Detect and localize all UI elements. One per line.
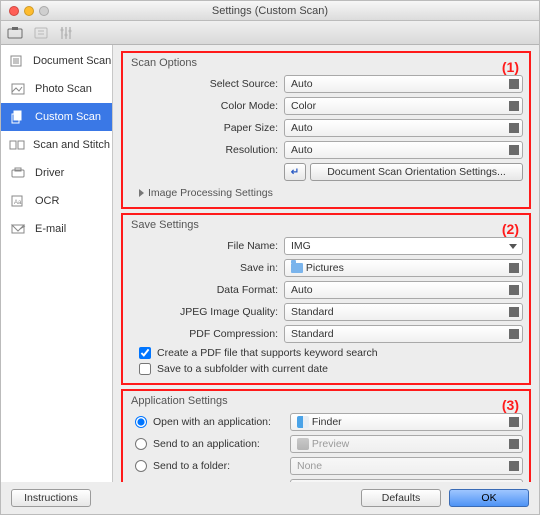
disclosure-image-processing[interactable]: Image Processing Settings [129,183,523,201]
scan-from-panel-icon[interactable] [33,26,49,40]
main-panel: (1) Scan Options Select Source: Auto Col… [113,45,539,482]
document-icon [9,54,25,68]
ocr-icon: Aa [9,194,27,208]
select-color-mode[interactable]: Color [284,97,523,115]
section-application-settings: (3) Application Settings Open with an ap… [121,389,531,482]
sidebar: Document Scan Photo Scan Custom Scan Sca… [1,45,113,482]
orientation-settings-button[interactable]: Document Scan Orientation Settings... [310,163,523,181]
sidebar-item-photo-scan[interactable]: Photo Scan [1,75,112,103]
label-file-name: File Name: [129,240,284,252]
radio-send-to-app[interactable] [135,438,147,450]
orientation-icon-button[interactable]: ↵ [284,163,306,181]
sidebar-item-custom-scan[interactable]: Custom Scan [1,103,112,131]
footer: Instructions Defaults OK [1,482,539,514]
sidebar-item-label: Custom Scan [35,111,101,123]
defaults-button[interactable]: Defaults [361,489,441,507]
triangle-right-icon [139,189,144,197]
label-paper-size: Paper Size: [129,122,284,134]
sidebar-item-label: Driver [35,167,64,179]
window-title: Settings (Custom Scan) [1,5,539,17]
label-select-source: Select Source: [129,78,284,90]
body: Document Scan Photo Scan Custom Scan Sca… [1,45,539,482]
label-jpeg-quality: JPEG Image Quality: [129,306,284,318]
select-source[interactable]: Auto [284,75,523,93]
radio-open-with-app[interactable] [135,416,147,428]
section-title: Application Settings [129,395,523,407]
preview-icon [297,438,309,450]
settings-window: Settings (Custom Scan) Document Scan Pho… [0,0,540,515]
select-resolution[interactable]: Auto [284,141,523,159]
label-resolution: Resolution: [129,144,284,156]
stitch-icon [9,138,25,152]
titlebar: Settings (Custom Scan) [1,1,539,21]
label-subfolder-date: Save to a subfolder with current date [157,363,328,375]
scan-from-computer-icon[interactable] [7,26,23,40]
select-data-format[interactable]: Auto [284,281,523,299]
select-pdf-compression[interactable]: Standard [284,325,523,343]
section-scan-options: (1) Scan Options Select Source: Auto Col… [121,51,531,209]
sidebar-item-label: E-mail [35,223,66,235]
folder-icon [291,263,303,273]
sidebar-item-email[interactable]: E-mail [1,215,112,243]
label-pdf-keyword: Create a PDF file that supports keyword … [157,347,378,359]
custom-icon [9,110,27,124]
annotation-2: (2) [502,221,519,237]
sidebar-item-document-scan[interactable]: Document Scan [1,47,112,75]
label-data-format: Data Format: [129,284,284,296]
preferences-icon[interactable] [59,26,73,40]
select-send-to-app[interactable]: Preview [290,435,523,453]
section-save-settings: (2) Save Settings File Name: IMG Save in… [121,213,531,385]
select-paper-size[interactable]: Auto [284,119,523,137]
return-arrow-icon: ↵ [291,167,299,178]
svg-text:Aa: Aa [14,200,22,206]
annotation-3: (3) [502,397,519,413]
label-color-mode: Color Mode: [129,100,284,112]
select-open-with-app[interactable]: Finder [290,413,523,431]
label-pdf-compression: PDF Compression: [129,328,284,340]
select-save-in[interactable]: Pictures [284,259,523,277]
select-jpeg-quality[interactable]: Standard [284,303,523,321]
sidebar-item-label: OCR [35,195,59,207]
toolbar [1,21,539,45]
label-send-to-folder: Send to a folder: [153,460,230,472]
photo-icon [9,82,27,96]
radio-send-to-folder[interactable] [135,460,147,472]
label-open-with-app: Open with an application: [153,416,271,428]
sidebar-item-driver[interactable]: Driver [1,159,112,187]
sidebar-item-label: Photo Scan [35,83,92,95]
label-send-to-app: Send to an application: [153,438,260,450]
instructions-button[interactable]: Instructions [11,489,91,507]
section-title: Save Settings [129,219,523,231]
chevron-down-icon[interactable] [506,239,520,253]
sidebar-item-label: Scan and Stitch [33,139,110,151]
section-title: Scan Options [129,57,523,69]
driver-icon [9,166,27,180]
ok-button[interactable]: OK [449,489,529,507]
checkbox-subfolder-date[interactable] [139,363,151,375]
finder-icon [297,416,309,428]
sidebar-item-scan-and-stitch[interactable]: Scan and Stitch [1,131,112,159]
checkbox-pdf-keyword[interactable] [139,347,151,359]
select-send-to-folder[interactable]: None [290,457,523,475]
label-save-in: Save in: [129,262,284,274]
sidebar-item-ocr[interactable]: Aa OCR [1,187,112,215]
input-file-name[interactable]: IMG [284,237,523,255]
sidebar-item-label: Document Scan [33,55,111,67]
email-icon [9,222,27,236]
annotation-1: (1) [502,59,519,75]
select-attach-email[interactable]: None (Attach Manually) [290,479,523,482]
